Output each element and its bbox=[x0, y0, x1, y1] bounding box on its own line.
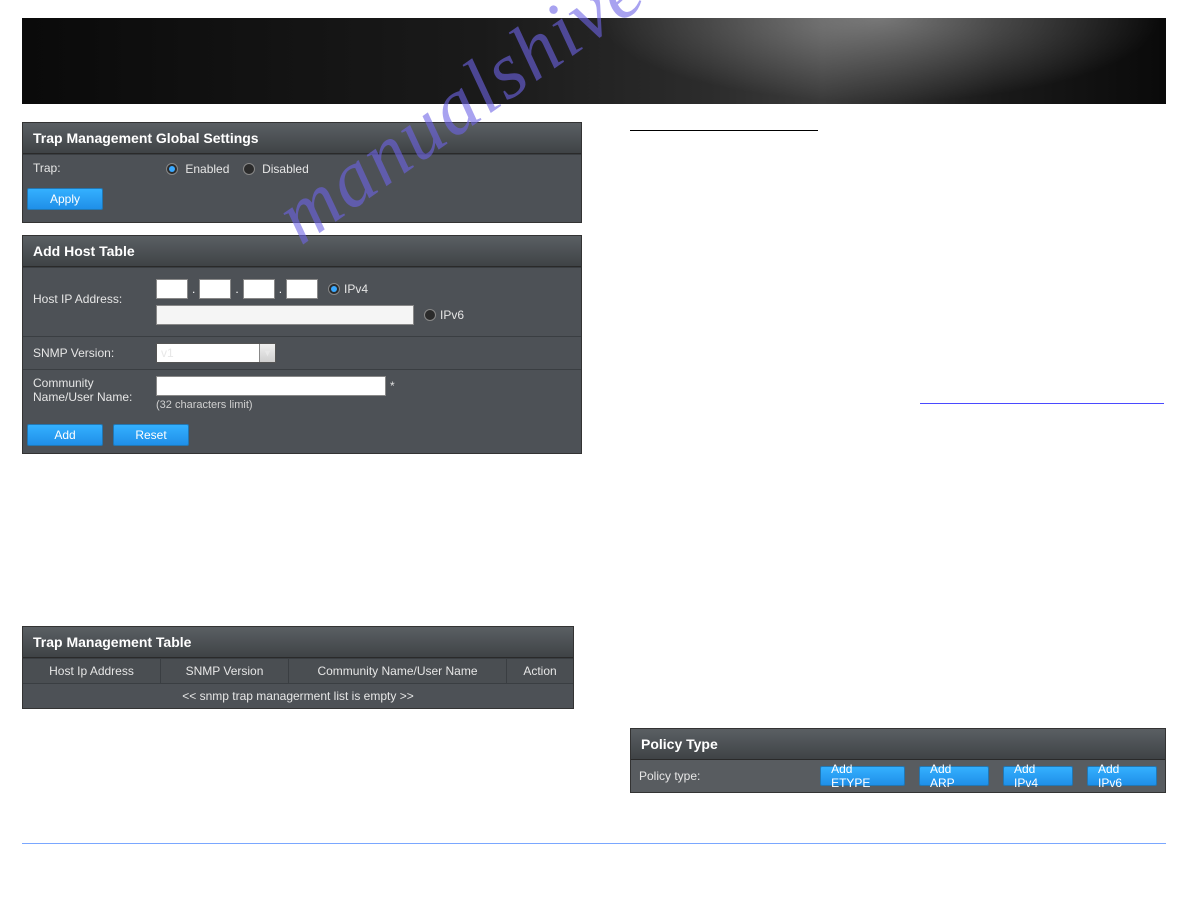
apply-button[interactable]: Apply bbox=[27, 188, 103, 210]
required-star-icon: * bbox=[390, 379, 395, 393]
right-link-line bbox=[920, 403, 1164, 404]
right-column: Policy Type Policy type: Add ETYPE Add A… bbox=[630, 104, 1166, 793]
add-reset-bar: Add Reset bbox=[23, 417, 581, 453]
dot: . bbox=[235, 282, 238, 296]
add-host-panel: Add Host Table Host IP Address: . . . IP… bbox=[22, 235, 582, 454]
col-host-ip: Host Ip Address bbox=[23, 659, 161, 683]
host-ip-row: Host IP Address: . . . IPv4 bbox=[23, 267, 581, 336]
ipv6-radio[interactable] bbox=[424, 309, 436, 321]
trap-disabled-radio[interactable] bbox=[243, 163, 255, 175]
ipv4-row: . . . IPv4 bbox=[156, 276, 573, 302]
add-button[interactable]: Add bbox=[27, 424, 103, 446]
host-ip-label: Host IP Address: bbox=[31, 276, 156, 306]
trap-label: Trap: bbox=[31, 161, 156, 175]
add-host-title: Add Host Table bbox=[23, 236, 581, 267]
apply-bar: Apply bbox=[23, 182, 581, 222]
policy-row: Policy type: Add ETYPE Add ARP Add IPv4 … bbox=[631, 760, 1165, 792]
trap-disabled-label: Disabled bbox=[262, 162, 309, 176]
top-banner bbox=[22, 18, 1166, 104]
community-label-line2: Name/User Name: bbox=[33, 390, 132, 404]
community-label: Community Name/User Name: bbox=[31, 376, 156, 404]
right-underline bbox=[630, 130, 818, 131]
snmp-version-select[interactable]: v1 ▼ bbox=[156, 343, 276, 363]
left-column: Trap Management Global Settings Trap: En… bbox=[22, 104, 582, 793]
snmp-body: v1 ▼ bbox=[156, 343, 573, 363]
policy-title: Policy Type bbox=[631, 729, 1165, 760]
ipv4-radio[interactable] bbox=[328, 283, 340, 295]
page-columns: Trap Management Global Settings Trap: En… bbox=[0, 104, 1188, 813]
policy-label: Policy type: bbox=[639, 769, 806, 783]
policy-panel: Policy Type Policy type: Add ETYPE Add A… bbox=[630, 728, 1166, 793]
trap-table-empty: << snmp trap managerment list is empty >… bbox=[23, 683, 573, 708]
trap-row: Trap: Enabled Disabled bbox=[23, 154, 581, 182]
ipv4-oct4[interactable] bbox=[286, 279, 318, 299]
chevron-down-icon: ▼ bbox=[259, 344, 275, 362]
snmp-version-value: v1 bbox=[161, 346, 174, 360]
community-hint: (32 characters limit) bbox=[156, 399, 573, 411]
trap-table-header-row: Host Ip Address SNMP Version Community N… bbox=[23, 658, 573, 683]
trap-table-title: Trap Management Table bbox=[23, 627, 573, 658]
ipv4-oct3[interactable] bbox=[243, 279, 275, 299]
snmp-row: SNMP Version: v1 ▼ bbox=[23, 336, 581, 369]
footer-divider bbox=[22, 843, 1166, 844]
add-ipv6-button[interactable]: Add IPv6 bbox=[1087, 766, 1157, 786]
snmp-label: SNMP Version: bbox=[31, 346, 156, 360]
col-action: Action bbox=[507, 659, 573, 683]
ipv6-row: IPv6 bbox=[156, 302, 573, 328]
trap-table-panel: Trap Management Table Host Ip Address SN… bbox=[22, 626, 574, 709]
col-community: Community Name/User Name bbox=[289, 659, 507, 683]
reset-button[interactable]: Reset bbox=[113, 424, 189, 446]
dot: . bbox=[279, 282, 282, 296]
add-arp-button[interactable]: Add ARP bbox=[919, 766, 989, 786]
trap-enabled-label: Enabled bbox=[185, 162, 229, 176]
add-etype-button[interactable]: Add ETYPE bbox=[820, 766, 905, 786]
ipv4-label: IPv4 bbox=[344, 282, 368, 296]
community-label-line1: Community bbox=[33, 376, 94, 390]
add-ipv4-button[interactable]: Add IPv4 bbox=[1003, 766, 1073, 786]
trap-global-panel: Trap Management Global Settings Trap: En… bbox=[22, 122, 582, 223]
trap-enabled-radio[interactable] bbox=[166, 163, 178, 175]
ipv4-oct2[interactable] bbox=[199, 279, 231, 299]
community-row: Community Name/User Name: * (32 characte… bbox=[23, 369, 581, 417]
ipv6-label: IPv6 bbox=[440, 308, 464, 322]
host-ip-body: . . . IPv4 IPv6 bbox=[156, 276, 573, 328]
ipv4-oct1[interactable] bbox=[156, 279, 188, 299]
trap-options: Enabled Disabled bbox=[156, 161, 573, 176]
trap-global-title: Trap Management Global Settings bbox=[23, 123, 581, 154]
community-input[interactable] bbox=[156, 376, 386, 396]
dot: . bbox=[192, 282, 195, 296]
ipv6-input[interactable] bbox=[156, 305, 414, 325]
col-snmp-version: SNMP Version bbox=[161, 659, 289, 683]
community-body: * (32 characters limit) bbox=[156, 376, 573, 411]
